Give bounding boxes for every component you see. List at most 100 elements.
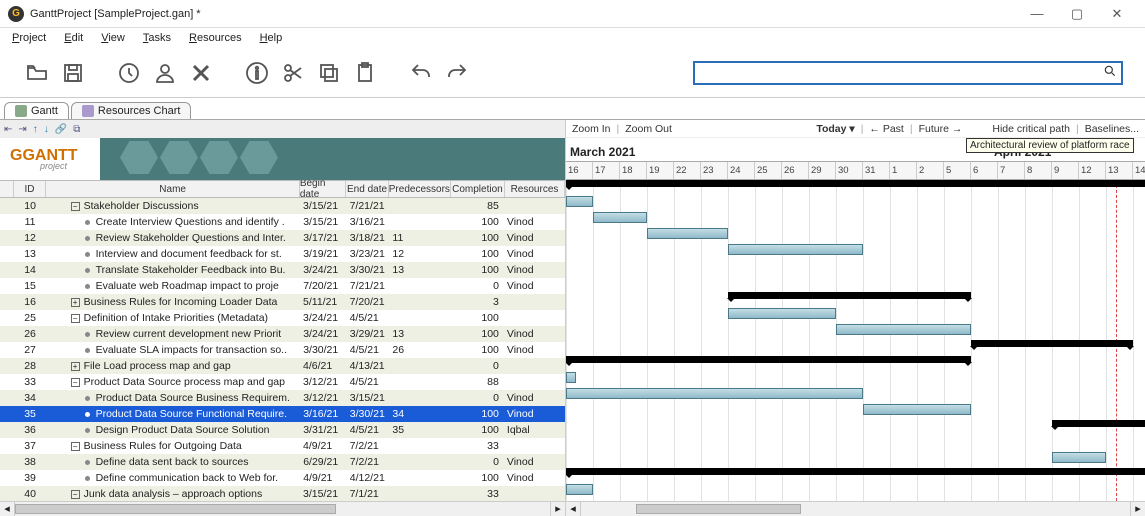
undo-button[interactable] — [406, 58, 436, 88]
collapse-icon[interactable]: − — [71, 490, 80, 499]
task-row[interactable]: 38Define data sent back to sources6/29/2… — [0, 454, 565, 470]
gantt-summary-bar[interactable] — [971, 340, 1133, 347]
col-res[interactable]: Resources — [505, 181, 565, 197]
cell-end: 7/2/21 — [348, 456, 391, 468]
task-row[interactable]: 33−Product Data Source process map and g… — [0, 374, 565, 390]
gantt-chart-area[interactable] — [566, 180, 1145, 501]
task-row[interactable]: 36Design Product Data Source Solution3/3… — [0, 422, 565, 438]
gantt-summary-bar[interactable] — [728, 292, 971, 299]
gantt-task-bar[interactable] — [566, 388, 863, 399]
tab-gantt[interactable]: Gantt — [4, 102, 69, 119]
gantt-summary-bar[interactable] — [566, 468, 1145, 475]
task-table-pane: ⇤ ⇥ ↑ ↓ 🔗 ⧉ GGANTT project ID Name Begin… — [0, 120, 566, 516]
gantt-summary-bar[interactable] — [566, 180, 1145, 187]
collapse-icon[interactable]: − — [71, 442, 80, 451]
task-row[interactable]: 14Translate Stakeholder Feedback into Bu… — [0, 262, 565, 278]
menu-tasks[interactable]: Tasks — [135, 30, 179, 46]
copy-button[interactable] — [314, 58, 344, 88]
hide-critical-button[interactable]: Hide critical path — [992, 123, 1070, 135]
window-max-button[interactable]: ▢ — [1057, 6, 1097, 22]
task-row[interactable]: 10−Stakeholder Discussions3/15/217/21/21… — [0, 198, 565, 214]
info-button[interactable] — [242, 58, 272, 88]
zoom-in-button[interactable]: Zoom In — [572, 123, 611, 135]
task-row[interactable]: 28+File Load process map and gap4/6/214/… — [0, 358, 565, 374]
task-row[interactable]: 13Interview and document feedback for st… — [0, 246, 565, 262]
save-button[interactable] — [58, 58, 88, 88]
day-cell: 23 — [701, 162, 728, 179]
unlink-button[interactable]: ⧉ — [73, 124, 80, 135]
past-button[interactable]: ← Past — [869, 123, 903, 135]
h-scrollbar-left[interactable]: ◂ ▸ — [0, 501, 565, 516]
cell-comp: 33 — [450, 440, 504, 452]
day-cell: 14 — [1133, 162, 1145, 179]
col-begin[interactable]: Begin date — [300, 181, 346, 197]
gantt-summary-bar[interactable] — [566, 356, 971, 363]
search-input[interactable] — [699, 67, 1103, 79]
task-row[interactable]: 39Define communication back to Web for.4… — [0, 470, 565, 486]
expand-icon[interactable]: + — [71, 362, 80, 371]
paste-button[interactable] — [350, 58, 380, 88]
gantt-summary-bar[interactable] — [1052, 420, 1145, 427]
link-button[interactable]: 🔗 — [55, 124, 67, 135]
gantt-task-bar[interactable] — [566, 484, 593, 495]
task-row[interactable]: 26Review current development new Priorit… — [0, 326, 565, 342]
gantt-task-bar[interactable] — [728, 308, 836, 319]
redo-button[interactable] — [442, 58, 472, 88]
indent-right-button[interactable]: ⇥ — [18, 124, 26, 135]
gantt-task-bar[interactable] — [863, 404, 971, 415]
move-down-button[interactable]: ↓ — [44, 124, 49, 135]
search-box[interactable] — [693, 61, 1123, 85]
gantt-task-bar[interactable] — [566, 372, 576, 383]
window-close-button[interactable]: ✕ — [1097, 6, 1137, 22]
future-button[interactable]: Future → — [919, 123, 963, 135]
baselines-button[interactable]: Baselines... — [1085, 123, 1139, 135]
zoom-out-button[interactable]: Zoom Out — [625, 123, 672, 135]
gantt-task-bar[interactable] — [593, 212, 647, 223]
task-row[interactable]: 34Product Data Source Business Requirem.… — [0, 390, 565, 406]
menu-project[interactable]: Project — [4, 30, 54, 46]
menu-edit[interactable]: Edit — [56, 30, 91, 46]
gantt-task-bar[interactable] — [647, 228, 728, 239]
collapse-icon[interactable]: − — [71, 202, 80, 211]
menu-help[interactable]: Help — [252, 30, 291, 46]
cell-comp: 0 — [451, 280, 505, 292]
col-id[interactable]: ID — [14, 181, 47, 197]
task-row[interactable]: 37−Business Rules for Outgoing Data4/9/2… — [0, 438, 565, 454]
menu-view[interactable]: View — [93, 30, 133, 46]
gantt-task-bar[interactable] — [566, 196, 593, 207]
task-row[interactable]: 27Evaluate SLA impacts for transaction s… — [0, 342, 565, 358]
indent-left-button[interactable]: ⇤ — [4, 124, 12, 135]
cut-button[interactable] — [278, 58, 308, 88]
delete-button[interactable] — [186, 58, 216, 88]
task-row[interactable]: 40−Junk data analysis – approach options… — [0, 486, 565, 501]
task-row[interactable]: 35Product Data Source Functional Require… — [0, 406, 565, 422]
gantt-task-bar[interactable] — [836, 324, 971, 335]
task-row[interactable]: 11Create Interview Questions and identif… — [0, 214, 565, 230]
cell-end: 3/29/21 — [348, 328, 391, 340]
history-button[interactable] — [114, 58, 144, 88]
col-comp[interactable]: Completion — [451, 181, 505, 197]
window-min-button[interactable]: — — [1017, 6, 1057, 21]
col-name[interactable]: Name — [46, 181, 299, 197]
task-row[interactable]: 12Review Stakeholder Questions and Inter… — [0, 230, 565, 246]
col-pred[interactable]: Predecessors — [389, 181, 451, 197]
person-button[interactable] — [150, 58, 180, 88]
day-cell: 5 — [944, 162, 971, 179]
tab-resources[interactable]: Resources Chart — [71, 102, 192, 119]
cell-res: Vinod — [505, 216, 565, 228]
collapse-icon[interactable]: − — [71, 314, 80, 323]
menu-resources[interactable]: Resources — [181, 30, 250, 46]
h-scrollbar-right[interactable]: ◂ ▸ — [566, 501, 1145, 516]
expand-icon[interactable]: + — [71, 298, 80, 307]
task-row[interactable]: 16+Business Rules for Incoming Loader Da… — [0, 294, 565, 310]
search-icon[interactable] — [1103, 64, 1117, 81]
today-button[interactable]: Today ▾ — [816, 123, 854, 135]
open-button[interactable] — [22, 58, 52, 88]
task-row[interactable]: 25−Definition of Intake Priorities (Meta… — [0, 310, 565, 326]
move-up-button[interactable]: ↑ — [33, 124, 38, 135]
collapse-icon[interactable]: − — [71, 378, 80, 387]
task-row[interactable]: 15Evaluate web Roadmap impact to proje7/… — [0, 278, 565, 294]
gantt-task-bar[interactable] — [1052, 452, 1106, 463]
col-end[interactable]: End date — [346, 181, 389, 197]
gantt-task-bar[interactable] — [728, 244, 863, 255]
